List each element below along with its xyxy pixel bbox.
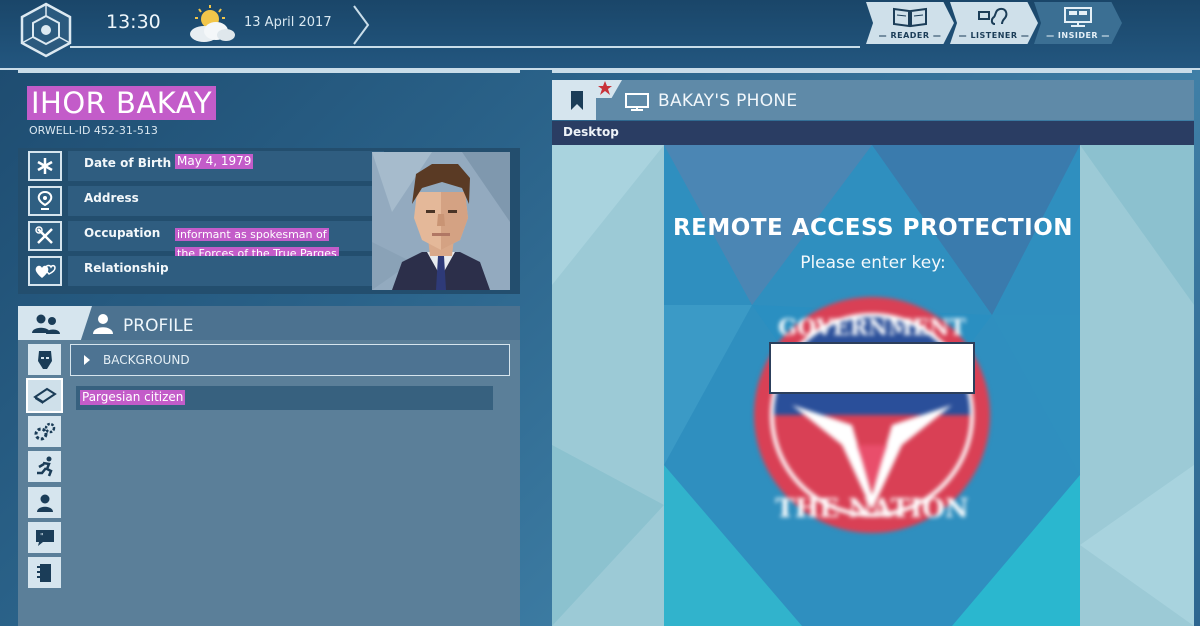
access-key-input[interactable] <box>769 342 975 394</box>
hearts-icon[interactable] <box>28 256 62 286</box>
education-icon[interactable] <box>26 378 63 413</box>
current-date: 13 April 2017 <box>244 15 332 30</box>
ear-icon <box>978 7 1008 25</box>
person-name[interactable]: IHOR BAKAY <box>27 86 217 120</box>
remote-access-title: REMOTE ACCESS PROTECTION <box>672 215 1074 241</box>
tab-people[interactable] <box>18 306 92 340</box>
orwell-logo-icon[interactable] <box>18 2 74 58</box>
top-bar-divider <box>70 46 860 48</box>
tab-listener-label: — LISTENER — <box>958 31 1030 40</box>
info-row-address: Address <box>20 183 384 216</box>
info-row-date-of-birth: Date of Birth May 4, 1979 <box>20 148 384 181</box>
orwell-id: ORWELL-ID 452-31-513 <box>29 124 158 137</box>
bookmark-icon <box>571 91 583 110</box>
tab-listener[interactable]: — LISTENER — <box>950 2 1038 44</box>
nation-seal-logo: GOVERNMENT THE NATION <box>754 297 990 533</box>
background-category-label: BACKGROUND <box>103 353 190 367</box>
phone-title: BAKAY'S PHONE <box>658 91 798 111</box>
seal-top-text: GOVERNMENT <box>778 315 966 341</box>
background-datachunk-value[interactable]: Pargesian citizen <box>80 390 186 405</box>
monitor-icon <box>1064 7 1092 27</box>
person-card-icon[interactable] <box>28 487 61 518</box>
right-panel-divider <box>552 70 1192 73</box>
location-pin-icon[interactable] <box>28 186 62 216</box>
date-of-birth-label: Date of Birth <box>84 156 172 170</box>
gears-icon[interactable] <box>28 416 61 447</box>
tools-icon[interactable] <box>28 221 62 251</box>
info-row-relationship: Relationship <box>20 253 384 286</box>
people-icon <box>32 314 60 334</box>
partly-cloudy-icon <box>190 5 235 42</box>
desktop-breadcrumb: Desktop <box>552 121 1194 145</box>
star-icon <box>598 81 612 95</box>
occupation-value-line1: informant as spokesman of <box>175 228 329 241</box>
bookmark-tab[interactable] <box>552 80 596 120</box>
asterisk-icon[interactable] <box>28 151 62 181</box>
running-icon[interactable] <box>28 451 61 482</box>
face-icon[interactable] <box>28 344 61 375</box>
relationship-label: Relationship <box>84 261 169 275</box>
tab-reader[interactable]: — READER — <box>866 2 954 44</box>
clock-time: 13:30 <box>106 11 161 33</box>
tab-insider-label: — INSIDER — <box>1046 31 1110 40</box>
background-category-row[interactable]: BACKGROUND <box>70 344 510 376</box>
profile-title: PROFILE <box>123 316 194 336</box>
book-icon <box>893 7 927 28</box>
person-icon <box>93 314 113 334</box>
caret-right-icon <box>84 355 90 365</box>
address-label: Address <box>84 191 139 205</box>
desktop-label: Desktop <box>563 125 619 139</box>
tab-insider[interactable]: — INSIDER — <box>1034 2 1122 44</box>
info-row-occupation: Occupation informant as spokesman of the… <box>20 218 384 260</box>
notebook-icon[interactable] <box>28 557 61 588</box>
chevron-right-icon <box>353 5 370 45</box>
seal-bottom-text: THE NATION <box>775 494 968 524</box>
remote-access-prompt: Please enter key: <box>800 253 946 273</box>
background-datachunk: Pargesian citizen <box>76 386 493 410</box>
tab-reader-label: — READER — <box>878 31 942 40</box>
occupation-label: Occupation <box>84 226 161 240</box>
svg-text:": " <box>40 532 44 541</box>
desktop-monitor-icon <box>625 93 649 111</box>
left-panel-divider <box>18 70 520 73</box>
chat-icon[interactable]: " <box>28 522 61 553</box>
date-of-birth-value[interactable]: May 4, 1979 <box>175 154 254 169</box>
person-portrait[interactable] <box>372 152 510 290</box>
